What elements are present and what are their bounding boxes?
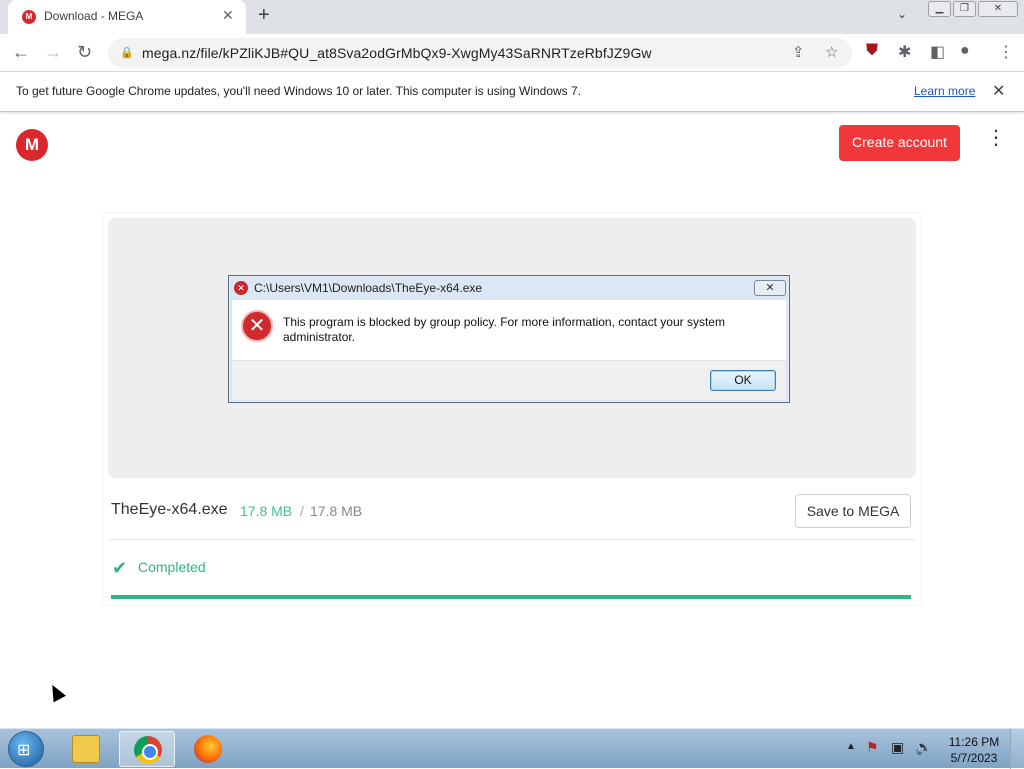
- mega-logo[interactable]: M: [16, 129, 48, 161]
- infobar-message: To get future Google Chrome updates, you…: [16, 84, 582, 98]
- tab-title: Download - MEGA: [44, 9, 144, 23]
- forward-arrow-icon[interactable]: →: [44, 42, 62, 63]
- status-label: Completed: [138, 559, 206, 575]
- restore-button[interactable]: ❐: [953, 1, 976, 17]
- learn-more-link[interactable]: Learn more: [914, 84, 975, 98]
- infobar-close-icon[interactable]: ✕: [992, 81, 1005, 101]
- clock-date[interactable]: 5/7/2023: [948, 751, 1000, 765]
- profile-avatar-icon[interactable]: ●: [960, 42, 970, 60]
- side-panel-icon[interactable]: ◧: [930, 42, 945, 62]
- chrome-menu-icon[interactable]: ⋮: [998, 42, 1014, 62]
- error-dialog: ✕ C:\Users\VM1\Downloads\TheEye-x64.exe …: [228, 275, 790, 403]
- save-to-mega-button[interactable]: Save to MEGA: [795, 494, 911, 528]
- ublock-shield-icon[interactable]: ⛊: [866, 42, 878, 60]
- checkmark-icon: ✔: [112, 558, 128, 578]
- error-small-icon: ✕: [234, 281, 248, 295]
- create-account-button[interactable]: Create account: [839, 125, 960, 161]
- update-infobar: To get future Google Chrome updates, you…: [0, 72, 1024, 112]
- mouse-cursor-icon: [46, 681, 66, 703]
- progress-fill: [111, 595, 911, 599]
- dialog-message: This program is blocked by group policy.…: [283, 315, 725, 344]
- dialog-footer: OK: [232, 360, 786, 400]
- firefox-icon: [194, 735, 222, 763]
- start-button[interactable]: ⊞: [8, 731, 44, 767]
- extensions-puzzle-icon[interactable]: ✱: [898, 42, 911, 62]
- minimize-button[interactable]: ▁: [928, 1, 951, 17]
- bookmark-star-icon[interactable]: ☆: [825, 43, 838, 61]
- action-center-flag-icon[interactable]: ⚑: [866, 739, 879, 756]
- tab-strip: M Download - MEGA ✕ + ⌄ ▁ ❐ ✕: [0, 0, 1024, 34]
- tray-overflow-icon[interactable]: ▲: [846, 741, 856, 752]
- browser-tab[interactable]: M Download - MEGA ✕: [8, 0, 246, 34]
- back-arrow-icon[interactable]: ←: [12, 42, 30, 63]
- folder-icon: [72, 735, 100, 763]
- clock-time[interactable]: 11:26 PM: [948, 735, 1000, 749]
- dialog-body: ✕ This program is blocked by group polic…: [232, 300, 786, 360]
- taskbar-chrome[interactable]: [119, 731, 175, 767]
- url-text[interactable]: mega.nz/file/kPZliKJB#QU_at8Sva2odGrMbQx…: [142, 45, 652, 61]
- share-icon[interactable]: ⇪: [792, 43, 805, 61]
- show-desktop-button[interactable]: [1010, 729, 1024, 769]
- ok-button[interactable]: OK: [710, 370, 776, 391]
- window-close-button[interactable]: ✕: [978, 1, 1018, 17]
- error-icon: ✕: [241, 310, 273, 342]
- dialog-title: C:\Users\VM1\Downloads\TheEye-x64.exe: [254, 281, 483, 295]
- taskbar: ⊞ ▲ ⚑ ▣ 🔈 11:26 PM 5/7/2023: [0, 728, 1024, 769]
- total-size: 17.8 MB: [310, 503, 363, 519]
- taskbar-explorer[interactable]: [58, 731, 114, 767]
- page-menu-icon[interactable]: ⋮: [986, 128, 1006, 148]
- progress-bar: [111, 595, 911, 599]
- taskbar-firefox[interactable]: [180, 731, 236, 767]
- lock-icon[interactable]: 🔒: [120, 46, 134, 59]
- network-icon[interactable]: ▣: [891, 739, 904, 756]
- address-bar[interactable]: 🔒 mega.nz/file/kPZliKJB#QU_at8Sva2odGrMb…: [108, 38, 852, 68]
- new-tab-icon[interactable]: +: [258, 4, 270, 27]
- volume-icon[interactable]: 🔈: [915, 739, 932, 756]
- mega-favicon-icon: M: [22, 10, 36, 24]
- dialog-close-button[interactable]: ✕: [754, 280, 786, 296]
- chrome-icon: [134, 736, 162, 764]
- reload-icon[interactable]: ↻: [77, 42, 92, 63]
- size-separator: /: [300, 503, 304, 519]
- file-name: TheEye-x64.exe: [111, 501, 228, 518]
- downloaded-size: 17.8 MB: [240, 503, 293, 519]
- browser-toolbar: ← → ↻ 🔒 mega.nz/file/kPZliKJB#QU_at8Sva2…: [0, 34, 1024, 72]
- tab-close-icon[interactable]: ✕: [222, 7, 234, 24]
- windows-logo-icon: ⊞: [17, 742, 31, 759]
- card-divider: [108, 539, 916, 540]
- tab-search-chevron-icon[interactable]: ⌄: [897, 7, 907, 21]
